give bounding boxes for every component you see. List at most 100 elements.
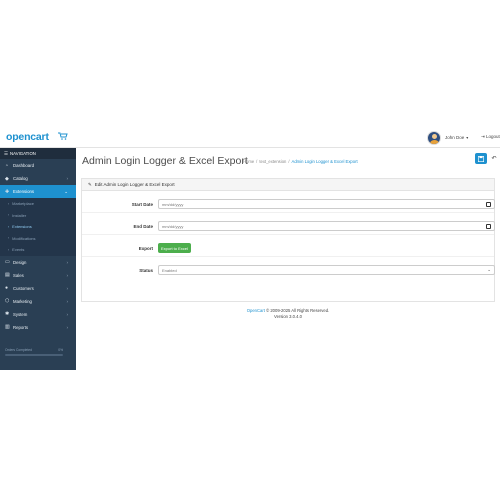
start-date-row: Start Date mm/dd/yyyy [82,197,495,213]
footer-brand-link[interactable]: OpenCart [247,308,265,313]
opencart-logo[interactable]: opencart [6,131,49,143]
start-date-input[interactable]: mm/dd/yyyy [158,199,495,209]
sidebar-item-sales[interactable]: ▤ Sales › [0,269,76,282]
logout-link[interactable]: ⇥ Logout [481,134,500,140]
chart-icon: ▥ [5,324,10,330]
sidebar-subitem-modifications[interactable]: › Modifications [0,232,76,244]
sidebar-subitem-label: Events [12,247,25,253]
user-name: John Doe [445,135,465,140]
avatar [427,130,441,145]
desktop-icon: ▭ [5,259,10,265]
export-row: Export Export to Excel [82,241,494,257]
tag-icon: ◆ [5,175,9,182]
cart-icon: ▤ [5,272,10,278]
share-icon: ⬡ [5,298,10,304]
sidebar-item-design[interactable]: ▭ Design › [0,256,76,269]
status-select[interactable]: Enabled ⌄ [158,265,495,275]
chevron-down-icon: ▾ [466,135,469,140]
logout-label: Logout [486,134,500,139]
reply-icon: ↶ [491,156,497,162]
sidebar-subitem-extensions[interactable]: › Extensions [0,221,76,233]
sidebar-subitem-label: Modifications [12,235,36,241]
page-title: Admin Login Logger & Excel Export [82,155,248,167]
logout-icon: ⇥ [481,134,485,139]
chevron-right-icon: › [66,259,69,265]
progress-bar [5,354,63,356]
sidebar-subitem-label: Installer [12,212,27,218]
navigation-header-label: NAVIGATION [10,151,36,156]
sidebar-item-extensions[interactable]: ✚ Extensions ⌄ [0,185,76,198]
dashboard-icon: ◔ [5,162,9,169]
sidebar-subitem-installer[interactable]: › Installer [0,209,76,221]
puzzle-icon: ✚ [5,188,10,195]
chevron-right-icon: › [66,272,69,278]
sidebar-item-dashboard[interactable]: ◔ Dashboard [0,159,76,172]
page-header: Admin Login Logger & Excel Export Home /… [76,148,500,170]
gear-icon: ✱ [5,311,10,317]
sidebar-item-label: Extensions [13,189,35,194]
calendar-icon[interactable] [486,201,491,207]
chevron-right-icon: › [8,236,10,241]
breadcrumb-current[interactable]: Admin Login Logger & Excel Export [292,159,358,164]
sidebar-item-label: Marketing [13,298,32,304]
floppy-disk-icon [478,155,484,162]
sidebar-item-catalog[interactable]: ◆ Catalog › [0,172,76,185]
sidebar-item-marketing[interactable]: ⬡ Marketing › [0,295,76,308]
status-row: Status Enabled ⌄ [82,263,495,279]
user-icon: ● [5,285,9,291]
footer-copyright: © 2009-2025 All Rights Reserved. [266,308,330,313]
sidebar: ☰ NAVIGATION ◔ Dashboard ◆ Catalog › ✚ E… [0,148,76,370]
chevron-down-icon: ⌄ [64,188,68,194]
breadcrumb-extensions[interactable]: text_extension [259,159,286,164]
sidebar-item-label: Customers [13,285,34,291]
sidebar-item-label: Sales [13,272,24,278]
chevron-right-icon: › [66,311,69,317]
sidebar-item-reports[interactable]: ▥ Reports › [0,321,76,334]
calendar-icon[interactable] [486,223,491,229]
sidebar-item-system[interactable]: ✱ System › [0,308,76,321]
end-date-input[interactable]: mm/dd/yyyy [158,221,495,231]
progress-label: Orders Completed [5,348,32,352]
breadcrumb-separator: / [256,159,258,164]
status-label: Status [139,268,153,273]
user-menu[interactable]: John Doe ▾ [427,130,468,145]
chevron-down-icon: ⌄ [487,267,491,272]
edit-panel: ✎ Edit Admin Login Logger & Excel Export… [81,178,495,302]
chevron-right-icon: › [66,298,69,304]
sidebar-subitem-marketplace[interactable]: › Marketplace [0,198,76,210]
footer-version: Version 3.0.4.0 [274,314,302,319]
save-button[interactable] [475,153,487,164]
chevron-right-icon: › [8,201,10,206]
navigation-header: ☰ NAVIGATION [0,148,76,159]
footer: OpenCart © 2009-2025 All Rights Reserved… [76,308,500,320]
breadcrumb: Home / text_extension / Admin Login Logg… [243,159,360,164]
export-to-excel-button[interactable]: Export to Excel [158,243,191,253]
chevron-right-icon: › [8,247,10,252]
export-label: Export [138,246,153,251]
end-date-placeholder: mm/dd/yyyy [162,223,184,229]
app-frame: opencart John Doe ▾ ⇥ Logout ☰ NAVIGATIO… [0,126,500,370]
sidebar-item-label: Reports [13,324,29,330]
panel-heading-label: Edit Admin Login Logger & Excel Export [94,182,175,187]
sidebar-item-customers[interactable]: ● Customers › [0,282,76,295]
chevron-right-icon: › [66,324,69,330]
chevron-right-icon: › [66,176,69,181]
sidebar-subitem-events[interactable]: › Events [0,244,76,256]
main-content: Admin Login Logger & Excel Export Home /… [76,148,500,370]
progress-value: 0% [58,348,63,352]
sidebar-subitem-label: Extensions [12,224,32,230]
panel-body: Start Date mm/dd/yyyy End Date mm/dd/yyy… [82,191,495,301]
end-date-row: End Date mm/dd/yyyy [82,219,495,235]
sidebar-subitem-label: Marketplace [12,201,34,207]
chevron-right-icon: › [8,224,10,229]
chevron-right-icon: › [66,285,69,291]
sidebar-item-label: Design [13,259,27,265]
orders-completed-progress: Orders Completed 0% [5,348,63,356]
breadcrumb-home[interactable]: Home [243,159,254,164]
chevron-right-icon: › [8,213,10,218]
cart-logo-icon [58,132,68,140]
status-selected-value: Enabled [162,267,177,273]
end-date-label: End Date [133,224,153,229]
back-button[interactable]: ↶ [490,154,498,163]
breadcrumb-separator: / [288,159,290,164]
